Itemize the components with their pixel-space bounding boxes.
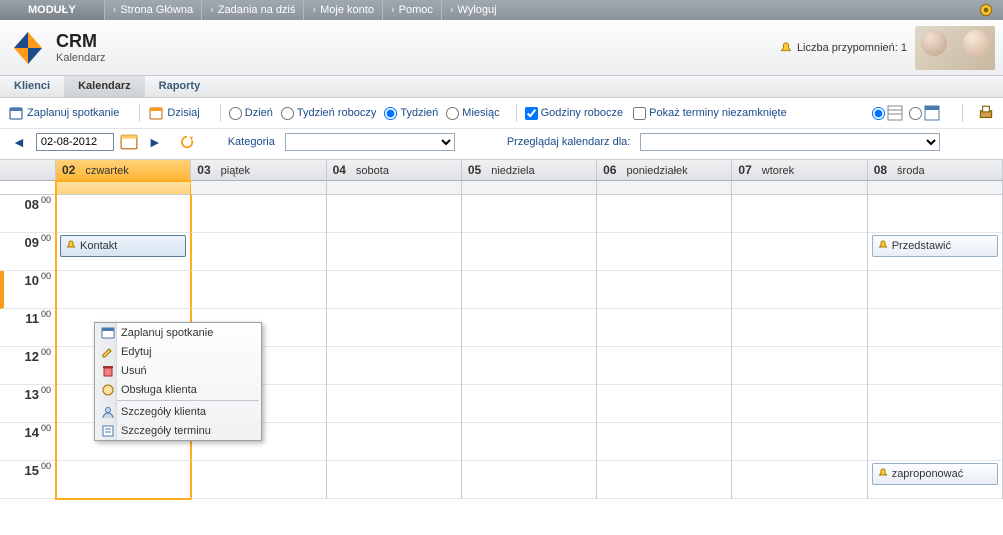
event-kontakt[interactable]: Kontakt <box>60 235 186 257</box>
today-button[interactable]: Dzisiaj <box>148 105 199 121</box>
show-open-checkbox[interactable]: Pokaż terminy niezamknięte <box>633 107 787 120</box>
plan-meeting-button[interactable]: Zaplanuj spotkanie <box>8 105 119 121</box>
prev-week-button[interactable]: ◄ <box>8 134 30 150</box>
calendar-today-icon <box>148 105 164 121</box>
bell-icon <box>65 240 77 252</box>
mode-b-radio[interactable] <box>909 107 922 120</box>
calendar-toolbar: Zaplanuj spotkanie Dzisiaj Dzień Tydzień… <box>0 98 1003 129</box>
category-label: Kategoria <box>228 136 275 148</box>
app-subtitle: Kalendarz <box>56 52 106 64</box>
app-logo-icon <box>8 28 48 68</box>
view-month-radio[interactable]: Miesiąc <box>446 107 499 120</box>
ctx-edit[interactable]: Edytuj <box>95 342 261 361</box>
day-header[interactable]: 06poniedziałek <box>597 160 732 180</box>
mode-a-radio[interactable] <box>872 107 885 120</box>
app-header: CRM Kalendarz Liczba przypomnień: 1 <box>0 20 1003 76</box>
day-column[interactable] <box>732 181 867 499</box>
day-header[interactable]: 07wtorek <box>732 160 867 180</box>
nav-account[interactable]: Moje konto <box>303 0 381 20</box>
trash-icon <box>101 364 115 378</box>
modules-button[interactable]: MODUŁY <box>0 0 104 20</box>
next-week-button[interactable]: ► <box>144 134 166 150</box>
view-workweek-radio[interactable]: Tydzień roboczy <box>281 107 376 120</box>
support-icon <box>101 383 115 397</box>
list-icon <box>924 105 940 121</box>
event-zaproponowac[interactable]: zaproponować <box>872 463 998 485</box>
nav-home[interactable]: Strona Główna <box>104 0 201 20</box>
calendar-header-row: 02czwartek 03piątek 04sobota 05niedziela… <box>0 159 1003 181</box>
date-input[interactable] <box>36 133 114 151</box>
tab-raporty[interactable]: Raporty <box>145 76 215 97</box>
day-column[interactable] <box>462 181 597 499</box>
day-header[interactable]: 08środa <box>868 160 1003 180</box>
tab-klienci[interactable]: Klienci <box>0 76 64 97</box>
view-day-radio[interactable]: Dzień <box>229 107 273 120</box>
day-column[interactable] <box>327 181 462 499</box>
ctx-delete[interactable]: Usuń <box>95 361 261 380</box>
person-icon <box>101 405 115 419</box>
tab-kalendarz[interactable]: Kalendarz <box>64 76 145 97</box>
nav-help[interactable]: Pomoc <box>382 0 441 20</box>
bell-icon <box>877 240 889 252</box>
nav-logout[interactable]: Wyloguj <box>441 0 505 20</box>
day-header[interactable]: 03piątek <box>191 160 326 180</box>
pencil-icon <box>101 345 115 359</box>
details-icon <box>101 424 115 438</box>
browse-for-select[interactable] <box>640 133 940 151</box>
refresh-icon[interactable] <box>180 135 194 149</box>
day-header[interactable]: 05niedziela <box>462 160 597 180</box>
bell-icon <box>779 41 793 55</box>
event-przedstawic[interactable]: Przedstawić <box>872 235 998 257</box>
ctx-client-service[interactable]: Obsługa klienta <box>95 380 261 399</box>
browse-for-label: Przeglądaj kalendarz dla: <box>507 136 631 148</box>
day-header[interactable]: 02czwartek <box>56 160 191 180</box>
bell-icon <box>877 468 889 480</box>
context-menu: Zaplanuj spotkanie Edytuj Usuń Obsługa k… <box>94 322 262 441</box>
day-column[interactable] <box>597 181 732 499</box>
day-column[interactable]: Przedstawić zaproponować <box>868 181 1003 499</box>
settings-icon[interactable] <box>977 1 995 19</box>
view-week-radio[interactable]: Tydzień <box>384 107 438 120</box>
reminder-count[interactable]: Liczba przypomnień: 1 <box>779 41 907 55</box>
calendar-plus-icon <box>8 105 24 121</box>
calendar-plus-icon <box>101 326 115 340</box>
category-select[interactable] <box>285 133 455 151</box>
work-hours-checkbox[interactable]: Godziny robocze <box>525 107 624 120</box>
ctx-term-details[interactable]: Szczegóły terminu <box>95 421 261 440</box>
ctx-client-details[interactable]: Szczegóły klienta <box>95 402 261 421</box>
module-tabs: Klienci Kalendarz Raporty <box>0 76 1003 98</box>
time-gutter: 0800 0900 1000 1100 1200 1300 1400 1500 <box>0 181 56 499</box>
print-icon[interactable] <box>977 104 995 122</box>
datepicker-icon[interactable] <box>120 133 138 151</box>
calendar-toolbar-2: ◄ ► Kategoria Przeglądaj kalendarz dla: <box>0 129 1003 159</box>
top-nav: MODUŁY Strona Główna Zadania na dziś Moj… <box>0 0 1003 20</box>
app-title: CRM <box>56 31 106 52</box>
people-photo <box>915 26 995 70</box>
ctx-plan-meeting[interactable]: Zaplanuj spotkanie <box>95 323 261 342</box>
nav-tasks[interactable]: Zadania na dziś <box>201 0 303 20</box>
day-header[interactable]: 04sobota <box>327 160 462 180</box>
grid-icon <box>887 105 903 121</box>
